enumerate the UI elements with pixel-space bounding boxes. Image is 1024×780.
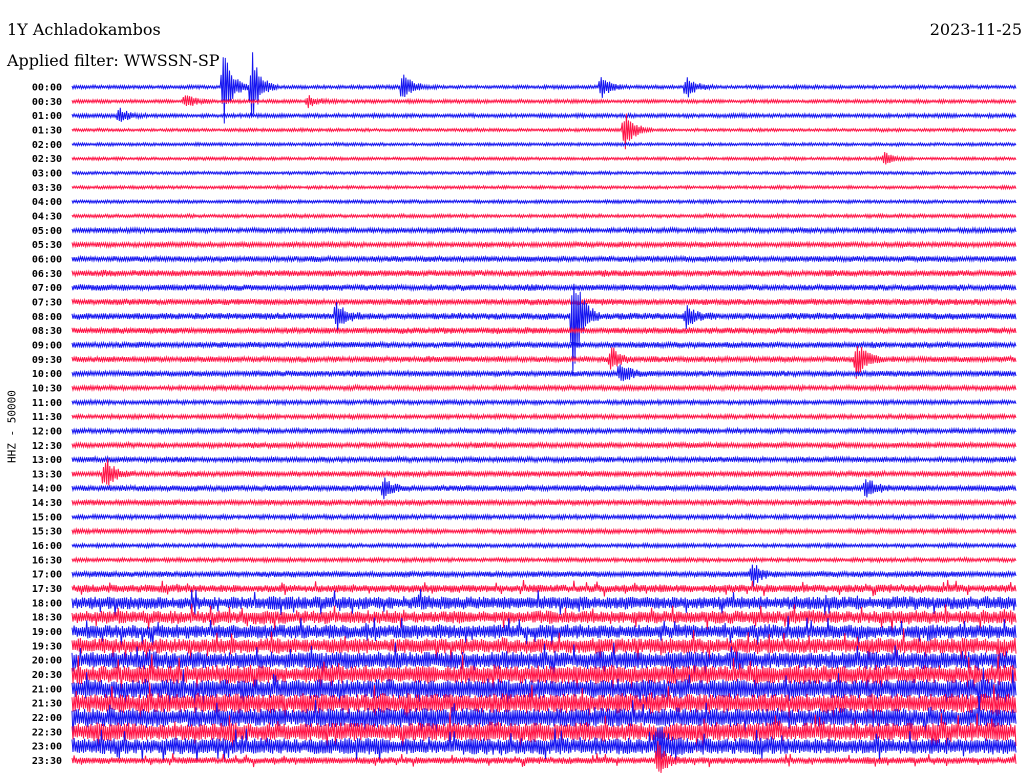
row-time-label: 08:00 bbox=[32, 312, 62, 323]
trace-line bbox=[71, 426, 1017, 436]
row-time-label: 13:00 bbox=[32, 455, 62, 466]
trace-line bbox=[71, 212, 1017, 220]
row-time-label: 23:30 bbox=[32, 756, 62, 767]
row-time-label: 00:00 bbox=[32, 83, 62, 94]
trace-line bbox=[71, 107, 1017, 122]
row-time-label: 21:00 bbox=[32, 684, 62, 695]
row-time-label: 04:00 bbox=[32, 197, 62, 208]
row-time-label: 16:30 bbox=[32, 555, 62, 566]
row-time-label: 06:30 bbox=[32, 269, 62, 280]
row-time-label: 01:30 bbox=[32, 125, 62, 136]
row-time-label: 00:30 bbox=[32, 97, 62, 108]
trace-line bbox=[71, 254, 1017, 264]
row-time-label: 19:30 bbox=[32, 641, 62, 652]
trace-line bbox=[71, 95, 1017, 109]
trace-line bbox=[71, 477, 1017, 500]
row-time-label: 07:00 bbox=[32, 283, 62, 294]
row-time-label: 11:30 bbox=[32, 412, 62, 423]
trace-line bbox=[71, 579, 1017, 597]
trace-line bbox=[71, 555, 1017, 564]
trace-line bbox=[71, 340, 1017, 350]
row-time-label: 18:00 bbox=[32, 598, 62, 609]
trace-line bbox=[71, 541, 1017, 550]
row-time-label: 02:30 bbox=[32, 154, 62, 165]
trace-line bbox=[71, 225, 1017, 235]
row-time-label: 18:30 bbox=[32, 613, 62, 624]
trace-line bbox=[71, 326, 1017, 336]
trace-line bbox=[71, 512, 1017, 522]
trace-line bbox=[71, 268, 1017, 278]
trace-line bbox=[71, 169, 1017, 177]
row-time-label: 11:00 bbox=[32, 398, 62, 409]
row-time-label: 09:30 bbox=[32, 355, 62, 366]
row-time-label: 16:00 bbox=[32, 541, 62, 552]
row-time-label: 13:30 bbox=[32, 469, 62, 480]
trace-line bbox=[71, 151, 1017, 165]
row-time-label: 23:00 bbox=[32, 742, 62, 753]
row-time-label: 14:00 bbox=[32, 484, 62, 495]
row-time-label: 20:30 bbox=[32, 670, 62, 681]
trace-line bbox=[71, 455, 1017, 464]
row-time-label: 15:30 bbox=[32, 527, 62, 538]
trace-line bbox=[71, 297, 1017, 307]
row-time-label: 12:30 bbox=[32, 441, 62, 452]
row-time-label: 17:00 bbox=[32, 570, 62, 581]
row-time-label: 08:30 bbox=[32, 326, 62, 337]
row-time-label: 06:00 bbox=[32, 254, 62, 265]
trace-line bbox=[71, 364, 1017, 382]
helicorder-plot: 00:00 00:30 01:00 01:30 02:00 02:30 03:00 03:30… bbox=[32, 52, 1017, 774]
row-time-label: 10:00 bbox=[32, 369, 62, 380]
row-time-label: 14:30 bbox=[32, 498, 62, 509]
row-time-label: 07:30 bbox=[32, 297, 62, 308]
trace-line bbox=[71, 240, 1017, 250]
row-time-label: 17:30 bbox=[32, 584, 62, 595]
trace-line bbox=[71, 383, 1017, 393]
trace-line bbox=[71, 440, 1017, 450]
row-time-label: 19:00 bbox=[32, 627, 62, 638]
trace-line bbox=[71, 283, 1017, 292]
trace-line bbox=[71, 458, 1017, 486]
row-time-label: 05:00 bbox=[32, 226, 62, 237]
trace-line bbox=[71, 52, 1017, 124]
trace-line bbox=[71, 498, 1017, 507]
row-time-label: 09:00 bbox=[32, 340, 62, 351]
row-time-label: 21:30 bbox=[32, 699, 62, 710]
row-time-label: 02:00 bbox=[32, 140, 62, 151]
trace-line bbox=[71, 398, 1017, 407]
trace-line bbox=[71, 141, 1017, 148]
row-time-label: 01:00 bbox=[32, 111, 62, 122]
row-time-label: 22:00 bbox=[32, 713, 62, 724]
row-time-label: 03:00 bbox=[32, 168, 62, 179]
row-time-label: 12:00 bbox=[32, 426, 62, 437]
trace-line bbox=[71, 412, 1017, 421]
row-time-label: 04:30 bbox=[32, 211, 62, 222]
row-time-label: 03:30 bbox=[32, 183, 62, 194]
trace-line bbox=[71, 183, 1017, 191]
trace-line bbox=[71, 527, 1017, 536]
trace-line bbox=[71, 198, 1017, 206]
row-time-label: 10:30 bbox=[32, 383, 62, 394]
row-time-label: 15:00 bbox=[32, 512, 62, 523]
trace-line bbox=[71, 564, 1017, 587]
row-time-label: 22:30 bbox=[32, 727, 62, 738]
row-time-label: 20:00 bbox=[32, 656, 62, 667]
row-time-label: 05:30 bbox=[32, 240, 62, 251]
